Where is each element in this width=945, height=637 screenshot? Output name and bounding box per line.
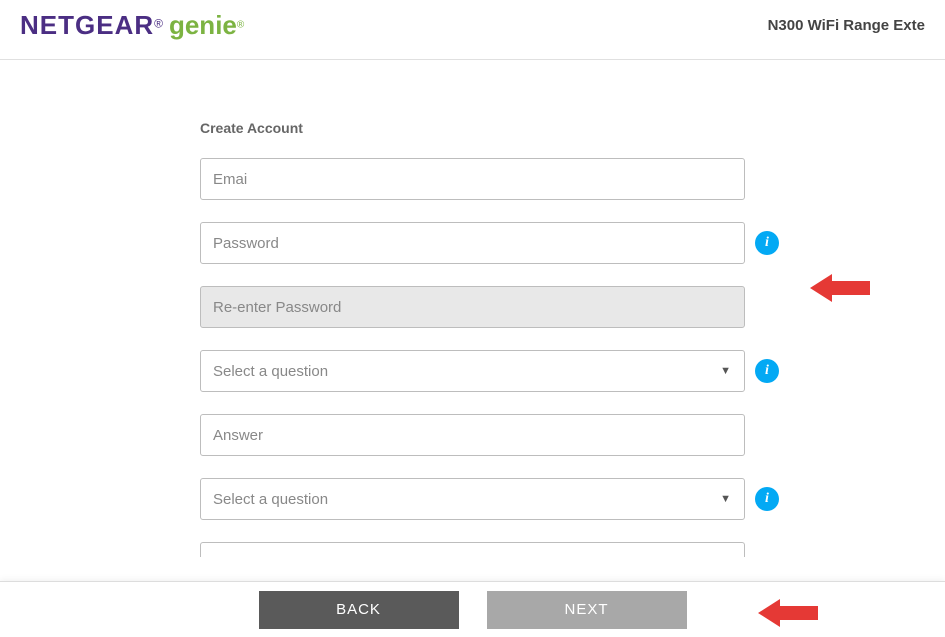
logo-netgear: NETGEAR® [20,10,163,41]
security-question-1-row: Select a question ▼ i [200,350,745,392]
password-row: i [200,222,745,264]
email-row [200,158,745,200]
partial-next-field [200,542,745,557]
info-icon[interactable]: i [755,487,779,511]
answer-field[interactable] [200,414,745,456]
logo: NETGEAR® genie® [20,10,244,41]
logo-genie: genie® [169,10,244,41]
reenter-password-row [200,286,745,328]
header: NETGEAR® genie® N300 WiFi Range Exte [0,0,945,60]
info-icon[interactable]: i [755,359,779,383]
annotation-arrow-icon [758,596,818,630]
security-question-1-select[interactable]: Select a question [200,350,745,392]
info-icon[interactable]: i [755,231,779,255]
content: Create Account i Select a question ▼ i S… [0,60,945,557]
create-account-form: Create Account i Select a question ▼ i S… [200,120,745,557]
product-name: N300 WiFi Range Exte [768,17,925,34]
reenter-password-field[interactable] [200,286,745,328]
annotation-arrow-icon [810,271,870,305]
next-button[interactable]: NEXT [487,591,687,629]
password-field[interactable] [200,222,745,264]
email-field[interactable] [200,158,745,200]
form-title: Create Account [200,120,745,136]
security-question-2-select[interactable]: Select a question [200,478,745,520]
answer-row [200,414,745,456]
security-question-2-row: Select a question ▼ i [200,478,745,520]
back-button[interactable]: BACK [259,591,459,629]
